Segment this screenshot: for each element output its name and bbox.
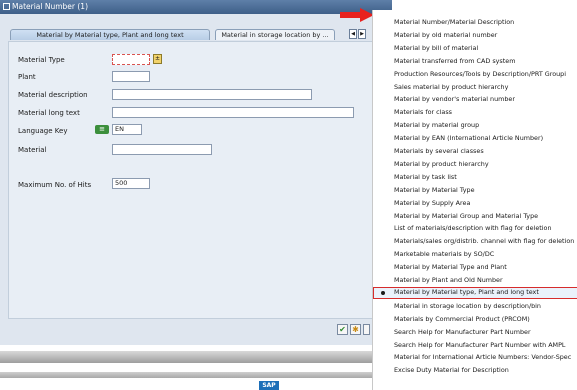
material-type-label: Material Type xyxy=(18,56,65,64)
list-item-label: Material by Material Type and Plant xyxy=(394,263,507,272)
material-description-label: Material description xyxy=(18,91,88,99)
list-item-label: Material by Material type, Plant and lon… xyxy=(394,287,539,296)
list-item-label: Search Help for Manufacturer Part Number… xyxy=(394,340,566,349)
multiple-selection-button-icon[interactable]: ✱ xyxy=(350,324,361,335)
list-item-label: Material by EAN (International Article N… xyxy=(394,134,544,143)
material-long-text-label: Material long text xyxy=(18,109,80,117)
tab-storage-location[interactable]: Material in storage location by ... xyxy=(215,29,335,40)
list-item[interactable]: Material in storage location by descript… xyxy=(373,300,577,312)
list-item[interactable]: Marketable materials by SO/DC xyxy=(373,248,577,260)
dialog-title-bar: Material Number (1) xyxy=(0,0,392,14)
list-item[interactable]: Materials by several classes xyxy=(373,145,577,157)
multiple-selection-icon[interactable]: ≡ xyxy=(95,125,109,134)
more-actions-icon[interactable] xyxy=(363,324,370,335)
list-item-label: Material by Material Type xyxy=(394,185,475,194)
list-item-label: Production Resources/Tools by Descriptio… xyxy=(394,69,567,78)
search-help-list: Material Number/Material Description Mate… xyxy=(372,10,577,390)
language-key-label: Language Key xyxy=(18,127,68,135)
tab-strip: Material by Material type, Plant and lon… xyxy=(0,14,392,41)
dialog-title: Material Number (1) xyxy=(12,2,88,11)
language-key-input[interactable]: EN xyxy=(112,124,142,135)
list-item-label: Material for International Article Numbe… xyxy=(394,353,572,362)
list-item-selected[interactable]: Material by Material type, Plant and lon… xyxy=(373,286,577,299)
plant-label: Plant xyxy=(18,73,36,81)
list-item[interactable]: Material Number/Material Description xyxy=(373,16,577,28)
value-help-icon[interactable]: ± xyxy=(153,54,162,64)
selection-form: Material Type ± Plant Material descripti… xyxy=(8,41,384,319)
list-item[interactable]: List of materials/description with flag … xyxy=(373,222,577,234)
confirm-checkmark-icon[interactable]: ✔ xyxy=(337,324,348,335)
list-item-label: Materials by Commercial Product (PRCOM) xyxy=(394,314,530,323)
list-item-label: Material transferred from CAD system xyxy=(394,56,516,65)
list-item-label: Material by material group xyxy=(394,121,480,130)
tab-scroll-left-icon[interactable]: ◀ xyxy=(349,29,357,39)
list-item-label: Material by Plant and Old Number xyxy=(394,276,503,284)
list-item[interactable]: Search Help for Manufacturer Part Number… xyxy=(373,339,577,351)
status-bar xyxy=(0,351,385,363)
list-item[interactable]: Material by Supply Area xyxy=(373,197,577,209)
list-item[interactable]: Excise Duty Material for Description xyxy=(373,364,577,376)
list-item[interactable]: Materials by Commercial Product (PRCOM) xyxy=(373,313,577,325)
bottom-bar xyxy=(0,372,385,378)
list-item[interactable]: Sales material by product hierarchy xyxy=(373,81,577,93)
list-item-label: Materials/sales org/distrib. channel wit… xyxy=(394,237,575,246)
list-item[interactable]: Material for International Article Numbe… xyxy=(373,351,577,363)
list-item-label: Material by old material number xyxy=(394,30,498,39)
list-item[interactable]: Material by product hierarchy xyxy=(373,158,577,170)
list-item-label: Materials by several classes xyxy=(394,147,484,155)
list-item-label: Search Help for Manufacturer Part Number xyxy=(394,327,531,336)
selected-bullet-icon xyxy=(381,290,385,295)
list-item-label: Material in storage location by descript… xyxy=(394,301,541,310)
material-type-input[interactable] xyxy=(112,54,150,65)
list-item[interactable]: Material by Plant and Old Number xyxy=(373,274,577,286)
plant-input[interactable] xyxy=(112,71,150,82)
list-item-label: Material Number/Material Description xyxy=(394,18,515,26)
list-item[interactable]: Material by EAN (International Article N… xyxy=(373,132,577,144)
list-item-label: Material by task list xyxy=(394,172,457,181)
max-hits-label: Maximum No. of Hits xyxy=(18,181,92,189)
material-input[interactable] xyxy=(112,144,212,155)
material-label: Material xyxy=(18,146,47,154)
list-item[interactable]: Materials for class xyxy=(373,106,577,118)
list-item-label: Material by product hierarchy xyxy=(394,159,489,168)
list-item-label: Material by Material Group and Material … xyxy=(394,211,539,220)
list-item[interactable]: Materials/sales org/distrib. channel wit… xyxy=(373,235,577,247)
sap-logo: SAP xyxy=(259,381,279,390)
material-long-text-input[interactable] xyxy=(112,107,354,118)
dialog-footer: ✔ ✱ xyxy=(0,319,392,345)
list-item-label: List of materials/description with flag … xyxy=(394,224,552,233)
list-item-label: Excise Duty Material for Description xyxy=(394,366,509,375)
list-item[interactable]: Material by vendor's material number xyxy=(373,93,577,105)
list-item[interactable]: Material by Material Type and Plant xyxy=(373,261,577,273)
list-item-label: Sales material by product hierarchy xyxy=(394,82,509,91)
list-item[interactable]: Material by task list xyxy=(373,171,577,183)
tab-scroll-right-icon[interactable]: ▶ xyxy=(358,29,366,39)
list-item[interactable]: Search Help for Manufacturer Part Number xyxy=(373,326,577,338)
list-item[interactable]: Production Resources/Tools by Descriptio… xyxy=(373,68,577,80)
list-item[interactable]: Material by Material Group and Material … xyxy=(373,210,577,222)
list-item-label: Material by vendor's material number xyxy=(394,95,515,104)
list-item-label: Marketable materials by SO/DC xyxy=(394,250,495,259)
search-help-dialog: Material Number (1) Material by Material… xyxy=(0,0,392,345)
list-item[interactable]: Material by bill of material xyxy=(373,42,577,54)
list-item-label: Materials for class xyxy=(394,108,453,117)
list-item[interactable]: Material by material group xyxy=(373,119,577,131)
red-arrow-icon xyxy=(340,8,374,22)
list-item[interactable]: Material by Material Type xyxy=(373,184,577,196)
material-description-input[interactable] xyxy=(112,89,312,100)
list-item[interactable]: Material by old material number xyxy=(373,29,577,41)
list-item[interactable]: Material transferred from CAD system xyxy=(373,55,577,67)
list-item-label: Material by Supply Area xyxy=(394,198,471,207)
list-item-label: Material by bill of material xyxy=(394,43,479,52)
tab-material-type-plant-longtext[interactable]: Material by Material type, Plant and lon… xyxy=(10,29,210,40)
max-hits-input[interactable]: 500 xyxy=(112,178,150,189)
window-icon xyxy=(3,3,10,10)
